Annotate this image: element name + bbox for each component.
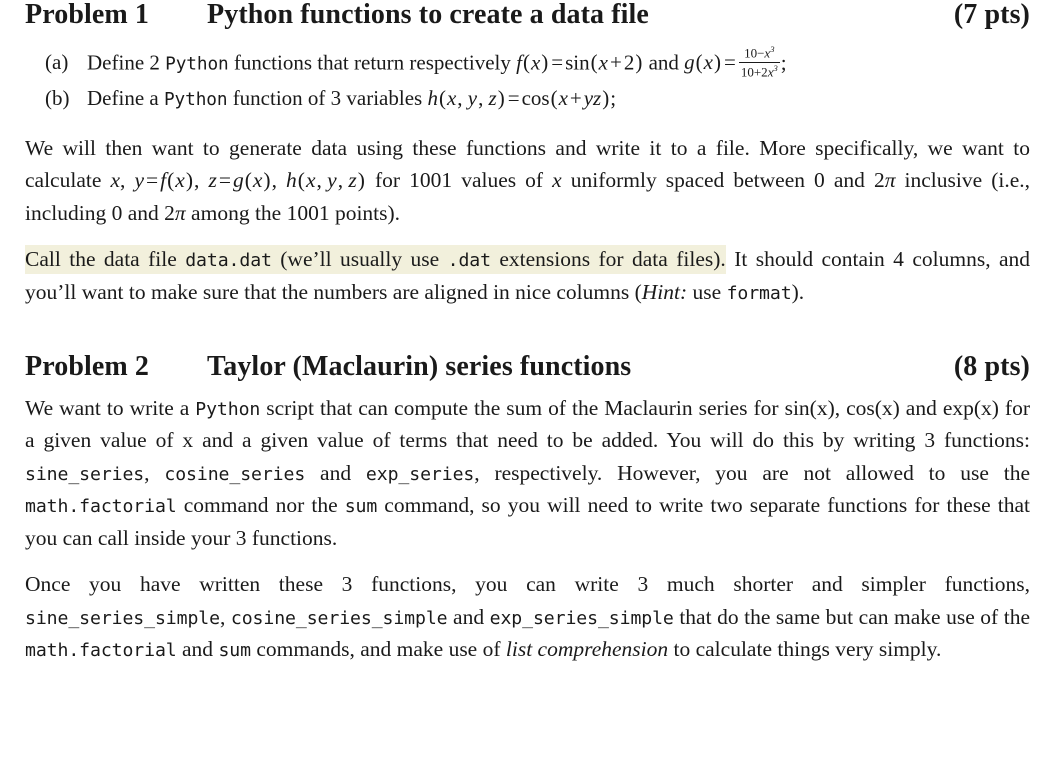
list-item: (a) Define 2 Python functions that retur… (25, 44, 1030, 80)
highlight-text-1: Call the data file (25, 247, 186, 272)
p2-p2-text-3: and (447, 604, 490, 629)
p2-p2-text-4: that do the same but can make use of the (673, 604, 1031, 629)
list-item-marker: (a) (45, 50, 69, 75)
code-math-factorial: math.factorial (25, 640, 177, 662)
item-b-text-3: ; (610, 85, 617, 110)
problem-1-points: (7 pts) (953, 0, 1030, 30)
problem-2-heading: Problem 2 Taylor (Maclaurin) series func… (25, 350, 1030, 382)
code-python: Python (163, 89, 228, 110)
problem-1-paragraph-2: Call the data file data.dat (we’ll usual… (25, 243, 1030, 308)
p2-p1-text-6: command nor the (176, 493, 345, 518)
code-sine-series: sine_series (25, 463, 145, 485)
item-a-text-2: functions that return respectively (228, 50, 517, 75)
math-x-inline: x (552, 168, 562, 193)
math-f-of-x: f(x) =sin(x+2) (516, 50, 643, 75)
code-cosine-series: cosine_series (164, 463, 306, 485)
highlighted-sentence: Call the data file data.dat (we’ll usual… (25, 245, 726, 275)
math-y-equals-f: y=f(x) (134, 168, 193, 193)
problem-2-label: Problem 2 (25, 350, 150, 382)
math-z-equals-g: z=g(x) (208, 168, 271, 193)
math-h-of-xyz: h(x, y, z) =cos(x+yz) (427, 85, 610, 110)
problem-2-paragraph-2: Once you have written these 3 functions,… (25, 568, 1030, 666)
math-fraction: 10−x3 10+2x3 (738, 44, 780, 80)
p2-p2-text-2: , (219, 604, 231, 629)
item-a-text-1: Define 2 (87, 50, 166, 75)
math-inline-vars: x (110, 168, 120, 193)
list-item-body: Define 2 Python functions that return re… (87, 44, 1030, 80)
highlight-text-2: (we’ll usually use (271, 247, 448, 272)
code-python: Python (165, 54, 229, 75)
code-exp-series: exp_series (365, 463, 475, 485)
code-math-factorial: math.factorial (25, 496, 177, 518)
problem-1-paragraph-1: We will then want to generate data using… (25, 135, 1031, 225)
math-pi-1: π (884, 168, 896, 193)
p2-p1-text-1: We want to write a (25, 395, 196, 420)
highlight-text-3: extensions for data files). (490, 247, 726, 272)
p2-p1-text-5: , respectively. However, you are not all… (474, 460, 1031, 485)
document-page: Problem 1 Python functions to create a d… (0, 0, 1056, 764)
list-item-marker: (b) (45, 85, 70, 110)
problem-1-title: Python functions to create a data file (207, 0, 649, 30)
item-b-text-1: Define a (87, 85, 164, 110)
document-content: Problem 1 Python functions to create a d… (0, 0, 1056, 666)
code-dot-dat: .dat (447, 250, 491, 272)
p2-p2-text-6: commands, and make use of (250, 637, 506, 662)
problem-2-paragraph-1: We want to write a Python script that ca… (25, 392, 1030, 555)
p2-p2-text-7: to calculate things very simply. (668, 637, 942, 662)
code-exp-series-simple: exp_series_simple (489, 607, 674, 629)
p2-p1-text-4: and (305, 460, 366, 485)
paragraph-2-rest-3: ). (791, 279, 805, 304)
italic-list-comprehension: list comprehension (505, 637, 669, 662)
code-sum: sum (218, 640, 251, 662)
problem-1-label: Problem 1 (25, 0, 150, 30)
math-g-of-x: g(x) = 10−x3 10+2x3 (684, 44, 780, 80)
item-a-text-4: ; (780, 50, 787, 75)
math-pi-2: π (174, 200, 186, 225)
code-cosine-series-simple: cosine_series_simple (230, 607, 448, 629)
p2-p2-text-5: and (176, 637, 219, 662)
code-sum: sum (344, 496, 378, 518)
problem-2-points: (8 pts) (953, 350, 1030, 382)
code-python: Python (195, 398, 261, 420)
paragraph-2-rest-2: use (687, 279, 727, 304)
p2-p2-text-1: Once you have written these 3 functions,… (25, 572, 1030, 597)
code-sine-series-simple: sine_series_simple (25, 607, 220, 629)
math-h-inline: h(x, y, z) (286, 168, 365, 193)
problem-1-item-list: (a) Define 2 Python functions that retur… (25, 44, 1030, 115)
item-b-text-2: function of 3 variables (227, 85, 428, 110)
code-format: format (726, 282, 792, 304)
p2-p1-text-3: , (144, 460, 165, 485)
code-data-dat: data.dat (185, 250, 272, 272)
hint-label: Hint: (641, 279, 688, 304)
problem-1-heading: Problem 1 Python functions to create a d… (25, 0, 1030, 29)
item-a-text-3: and (643, 50, 685, 75)
problem-2-title: Taylor (Maclaurin) series functions (207, 350, 632, 382)
list-item-body: Define a Python function of 3 variables … (87, 83, 1030, 115)
list-item: (b) Define a Python function of 3 variab… (25, 83, 1030, 115)
